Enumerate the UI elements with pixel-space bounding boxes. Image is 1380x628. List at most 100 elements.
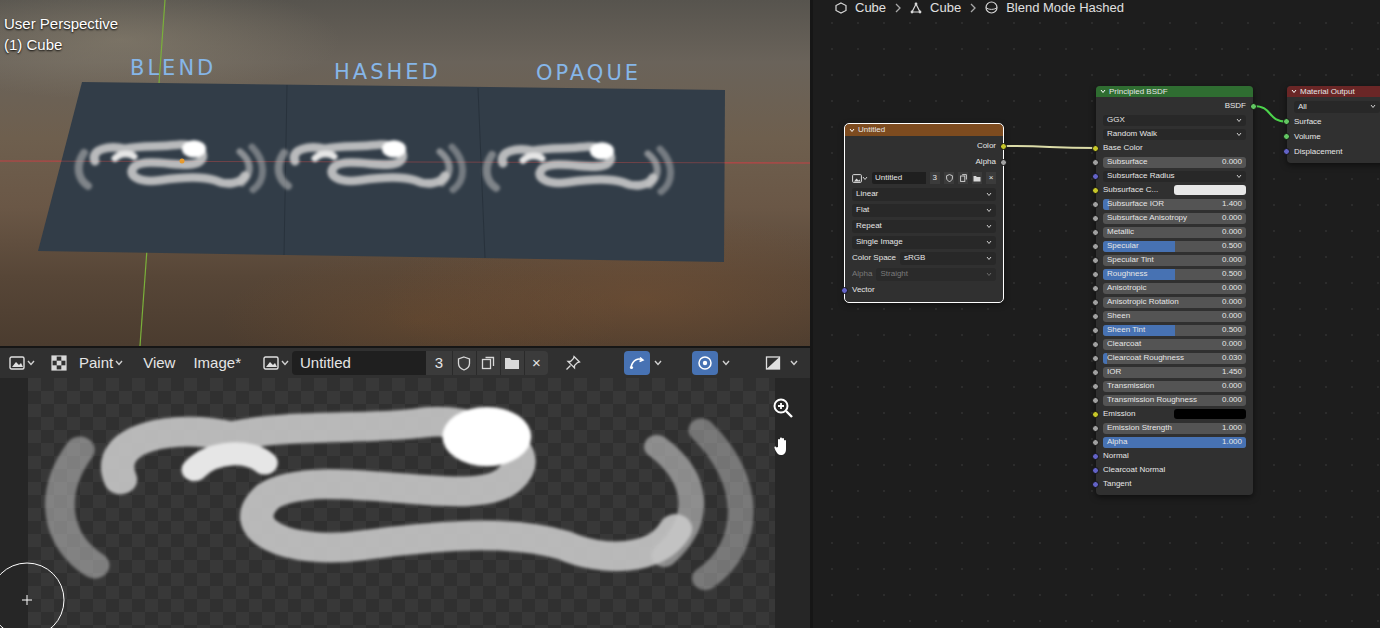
- node-socket[interactable]: [1092, 313, 1099, 320]
- node-socket[interactable]: [1092, 411, 1099, 418]
- value-slider[interactable]: Clearcoat Roughness0.030: [1103, 353, 1246, 364]
- node-socket[interactable]: [1092, 467, 1099, 474]
- node-socket[interactable]: [1092, 397, 1099, 404]
- open-image-button[interactable]: [500, 351, 524, 375]
- node-socket[interactable]: [1092, 257, 1099, 264]
- node-socket[interactable]: [1092, 369, 1099, 376]
- new-image-button[interactable]: [476, 351, 500, 375]
- node-socket[interactable]: [1092, 299, 1099, 306]
- node-dropdown[interactable]: Flat: [852, 204, 996, 217]
- fake-user-button[interactable]: [452, 351, 476, 375]
- node-socket[interactable]: [841, 287, 848, 294]
- browse-image-button[interactable]: [260, 351, 292, 375]
- node-socket[interactable]: [1092, 145, 1099, 152]
- value-slider[interactable]: Subsurface IOR1.400: [1103, 199, 1246, 210]
- display-channels-toggle[interactable]: [760, 351, 786, 375]
- node-header[interactable]: Untitled: [845, 124, 1003, 136]
- color-swatch[interactable]: [1174, 185, 1246, 195]
- node-socket[interactable]: [1092, 271, 1099, 278]
- value-slider[interactable]: Sheen Tint0.500: [1103, 325, 1246, 336]
- breadcrumb-item[interactable]: Cube: [930, 0, 961, 18]
- breadcrumb-item[interactable]: Blend Mode Hashed: [1006, 0, 1124, 18]
- value-slider[interactable]: Sheen0.000: [1103, 311, 1246, 322]
- browse-image-button[interactable]: [852, 174, 868, 183]
- node-socket[interactable]: [1092, 425, 1099, 432]
- node-socket[interactable]: [1092, 201, 1099, 208]
- node-link[interactable]: [1004, 146, 1096, 148]
- node-socket[interactable]: [1092, 243, 1099, 250]
- unlink-image-button[interactable]: ×: [524, 351, 548, 375]
- editor-type-button[interactable]: [6, 351, 38, 375]
- node-dropdown[interactable]: Single Image: [852, 236, 996, 249]
- node-socket[interactable]: [1000, 159, 1007, 166]
- value-slider[interactable]: Alpha1.000: [1103, 437, 1246, 448]
- shader-node[interactable]: UntitledColorAlphaUntitled3×LinearFlatRe…: [845, 124, 1003, 302]
- node-socket[interactable]: [1092, 285, 1099, 292]
- node-dropdown[interactable]: Random Walk: [1103, 129, 1246, 140]
- value-slider[interactable]: Emission Strength1.000: [1103, 423, 1246, 434]
- node-dropdown[interactable]: Subsurface Radius: [1103, 171, 1246, 182]
- uv-sync-toggle[interactable]: [624, 351, 650, 375]
- image-name-field[interactable]: Untitled: [292, 351, 426, 375]
- unlink-image-button[interactable]: ×: [986, 172, 996, 184]
- node-socket[interactable]: [1092, 355, 1099, 362]
- 3d-viewport[interactable]: User Perspective (1) Cube BLEND HASHED O…: [0, 0, 810, 346]
- new-image-button[interactable]: [958, 172, 968, 184]
- image-canvas[interactable]: [0, 378, 810, 628]
- node-socket[interactable]: [1092, 159, 1099, 166]
- value-slider[interactable]: Transmission Roughness0.000: [1103, 395, 1246, 406]
- value-slider[interactable]: Specular Tint0.000: [1103, 255, 1246, 266]
- proportional-toggle[interactable]: [692, 351, 718, 375]
- value-slider[interactable]: Clearcoat0.000: [1103, 339, 1246, 350]
- shader-node[interactable]: Material OutputAllSurfaceVolumeDisplacem…: [1287, 86, 1380, 163]
- node-socket[interactable]: [1092, 187, 1099, 194]
- value-slider[interactable]: Anisotropic0.000: [1103, 283, 1246, 294]
- breadcrumb-item[interactable]: Cube: [855, 0, 886, 18]
- node-socket[interactable]: [1000, 143, 1007, 150]
- view-menu[interactable]: View: [134, 352, 184, 375]
- mode-dropdown[interactable]: Paint: [76, 351, 126, 375]
- checker-button[interactable]: [48, 351, 70, 375]
- node-socket[interactable]: [1092, 481, 1099, 488]
- node-socket[interactable]: [1092, 173, 1099, 180]
- node-socket[interactable]: [1283, 148, 1290, 155]
- node-socket[interactable]: [1092, 439, 1099, 446]
- user-count[interactable]: 3: [426, 351, 452, 375]
- value-slider[interactable]: Anisotropic Rotation0.000: [1103, 297, 1246, 308]
- node-socket[interactable]: [1092, 327, 1099, 334]
- user-count[interactable]: 3: [930, 172, 940, 184]
- node-dropdown[interactable]: All: [1294, 101, 1380, 113]
- value-slider[interactable]: Subsurface Anisotropy0.000: [1103, 213, 1246, 224]
- image-name-field[interactable]: Untitled: [872, 172, 926, 184]
- node-socket[interactable]: [1092, 341, 1099, 348]
- node-dropdown[interactable]: Repeat: [852, 220, 996, 233]
- node-header[interactable]: Principled BSDF: [1096, 86, 1253, 97]
- color-swatch[interactable]: [1174, 409, 1246, 419]
- node-dropdown[interactable]: Linear: [852, 188, 996, 201]
- shader-editor[interactable]: Cube Cube Blend Mode Hashed UntitledColo…: [813, 0, 1380, 628]
- value-slider[interactable]: Metallic0.000: [1103, 227, 1246, 238]
- node-socket[interactable]: [1092, 383, 1099, 390]
- zoom-tool[interactable]: [770, 395, 796, 421]
- fake-user-button[interactable]: [944, 172, 954, 184]
- node-socket[interactable]: [1092, 215, 1099, 222]
- node-dropdown[interactable]: GGX: [1103, 115, 1246, 126]
- node-socket[interactable]: [1250, 103, 1257, 110]
- value-slider[interactable]: Transmission0.000: [1103, 381, 1246, 392]
- node-header[interactable]: Material Output: [1287, 86, 1380, 97]
- node-socket[interactable]: [1092, 453, 1099, 460]
- node-link[interactable]: [1254, 106, 1287, 122]
- open-image-button[interactable]: [972, 172, 982, 184]
- value-slider[interactable]: Subsurface0.000: [1103, 157, 1246, 168]
- node-socket[interactable]: [1092, 229, 1099, 236]
- pin-button[interactable]: [562, 351, 584, 375]
- pan-tool[interactable]: [770, 433, 796, 459]
- node-socket[interactable]: [1283, 133, 1290, 140]
- shader-node[interactable]: Principled BSDFBSDFGGXRandom WalkBase Co…: [1096, 86, 1253, 495]
- node-socket[interactable]: [1283, 118, 1290, 125]
- value-slider[interactable]: Roughness0.500: [1103, 269, 1246, 280]
- image-menu[interactable]: Image*: [184, 352, 250, 375]
- value-slider[interactable]: Specular0.500: [1103, 241, 1246, 252]
- field-dropdown[interactable]: sRGB: [900, 252, 996, 265]
- value-slider[interactable]: IOR1.450: [1103, 367, 1246, 378]
